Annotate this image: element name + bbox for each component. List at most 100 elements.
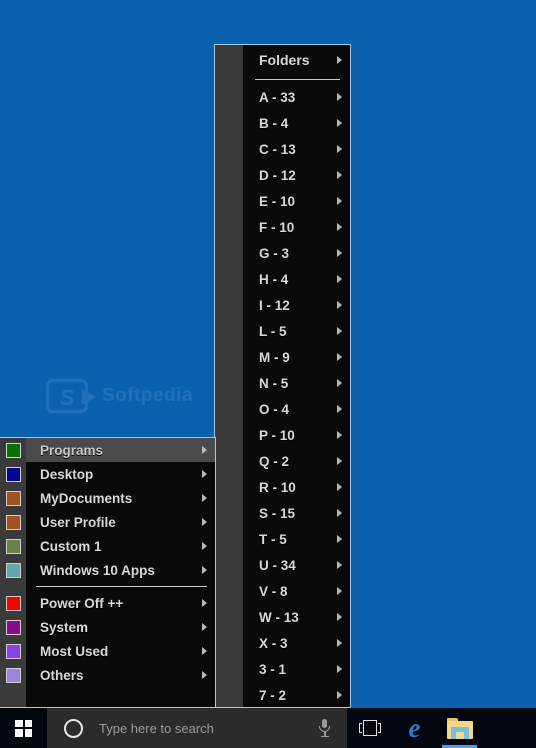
left-menu-item-label: Power Off ++ [40,595,124,611]
folders-menu-item[interactable]: D - 12 [243,162,350,188]
folders-menu-item-label: W - 13 [259,609,299,625]
left-menu-item[interactable]: Most Used [26,639,215,663]
start-categories-menu[interactable]: Programs Desktop MyDocuments User Profile Cu… [0,437,216,708]
chevron-right-icon [202,671,207,679]
folders-menu-item[interactable]: P - 10 [243,422,350,448]
folders-menu-item-label: S - 15 [259,505,296,521]
color-swatch [5,562,21,578]
left-menu-item[interactable]: Power Off ++ [26,591,215,615]
folders-menu-item-label: O - 4 [259,401,290,417]
folders-menu-item[interactable]: 7 - 2 [243,682,350,707]
folders-menu-item[interactable]: R - 10 [243,474,350,500]
folders-menu-item-label: H - 4 [259,271,289,287]
left-menu-item-label: System [40,619,89,635]
color-swatch [5,643,21,659]
chevron-right-icon [337,691,342,699]
task-view-button[interactable] [347,708,392,748]
start-button[interactable] [0,708,47,748]
folders-menu-item[interactable]: 3 - 1 [243,656,350,682]
left-menu-swatch-column [0,438,26,687]
taskbar-search-box[interactable] [47,708,347,748]
cortana-circle-icon[interactable] [64,718,83,738]
folders-menu-item[interactable]: G - 3 [243,240,350,266]
folders-menu-item[interactable]: X - 3 [243,630,350,656]
folders-menu-item[interactable]: U - 34 [243,552,350,578]
microphone-icon[interactable] [318,719,331,737]
folders-menu-item[interactable]: B - 4 [243,110,350,136]
chevron-right-icon [337,119,342,127]
folders-menu-item[interactable]: V - 8 [243,578,350,604]
folders-menu-item[interactable]: H - 4 [243,266,350,292]
folders-menu-items: Folders A - 33 B - 4 C - 13 D - 12 E - 10 F -… [243,45,350,707]
chevron-right-icon [337,93,342,101]
folders-menu-item[interactable]: O - 4 [243,396,350,422]
left-menu-items: Programs Desktop MyDocuments User Profile Cu… [26,438,215,707]
folders-menu-item-label: X - 3 [259,635,288,651]
chevron-right-icon [202,542,207,550]
folders-menu-item[interactable]: S - 15 [243,500,350,526]
chevron-right-icon [337,509,342,517]
folders-menu-item[interactable]: F - 10 [243,214,350,240]
chevron-right-icon [337,145,342,153]
search-input[interactable] [97,719,281,737]
folders-menu-item[interactable]: A - 33 [243,84,350,110]
left-menu-item[interactable]: MyDocuments [26,486,215,510]
left-menu-swatch-spacer [0,582,26,591]
left-menu-item-label: Most Used [40,643,109,659]
chevron-right-icon [337,197,342,205]
chevron-right-icon [337,275,342,283]
color-swatch [5,466,21,482]
left-menu-item[interactable]: Custom 1 [26,534,215,558]
folders-menu-item-label: V - 8 [259,583,288,599]
chevron-right-icon [337,613,342,621]
file-explorer-button[interactable] [437,708,482,748]
folders-menu-item[interactable]: C - 13 [243,136,350,162]
left-menu-swatch-slot [0,663,26,687]
folders-menu-item[interactable]: E - 10 [243,188,350,214]
left-menu-item-label: User Profile [40,514,116,530]
left-menu-item[interactable]: Others [26,663,215,687]
left-menu-swatch-slot [0,558,26,582]
left-menu-item[interactable]: Programs [26,438,215,462]
folders-menu-item-label: U - 34 [259,557,296,573]
chevron-right-icon [337,535,342,543]
chevron-right-icon [202,647,207,655]
chevron-right-icon [202,518,207,526]
folders-menu-item[interactable]: W - 13 [243,604,350,630]
left-menu-swatch-slot [0,639,26,663]
chevron-right-icon [337,327,342,335]
folders-menu-item-label: 3 - 1 [259,661,287,677]
folders-context-menu[interactable]: Folders A - 33 B - 4 C - 13 D - 12 E - 10 F -… [214,44,351,708]
folders-menu-item[interactable]: L - 5 [243,318,350,344]
chevron-right-icon [337,353,342,361]
left-menu-separator [36,586,207,587]
edge-browser-button[interactable]: e [392,708,437,748]
left-menu-item[interactable]: Windows 10 Apps [26,558,215,582]
folders-menu-item[interactable]: Q - 2 [243,448,350,474]
folders-menu-item[interactable]: I - 12 [243,292,350,318]
left-menu-swatch-slot [0,591,26,615]
chevron-right-icon [202,599,207,607]
left-menu-item[interactable]: User Profile [26,510,215,534]
chevron-right-icon [202,446,207,454]
folders-menu-item[interactable]: N - 5 [243,370,350,396]
folders-menu-item[interactable]: T - 5 [243,526,350,552]
left-menu-item-label: Others [40,667,84,683]
chevron-right-icon [337,405,342,413]
left-menu-item-label: Desktop [40,466,94,482]
folders-menu-item-label: T - 5 [259,531,287,547]
chevron-right-icon [337,639,342,647]
left-menu-item[interactable]: System [26,615,215,639]
folders-menu-header[interactable]: Folders [243,45,350,75]
taskbar[interactable]: e [0,708,536,748]
folders-menu-item[interactable]: M - 9 [243,344,350,370]
color-swatch [5,442,21,458]
folders-menu-item-label: F - 10 [259,219,295,235]
folders-menu-item-label: G - 3 [259,245,290,261]
color-swatch [5,538,21,554]
folders-menu-item-label: 7 - 2 [259,687,287,703]
chevron-right-icon [337,587,342,595]
folders-menu-item-label: A - 33 [259,89,296,105]
left-menu-item[interactable]: Desktop [26,462,215,486]
watermark-triangle-icon [82,389,96,405]
